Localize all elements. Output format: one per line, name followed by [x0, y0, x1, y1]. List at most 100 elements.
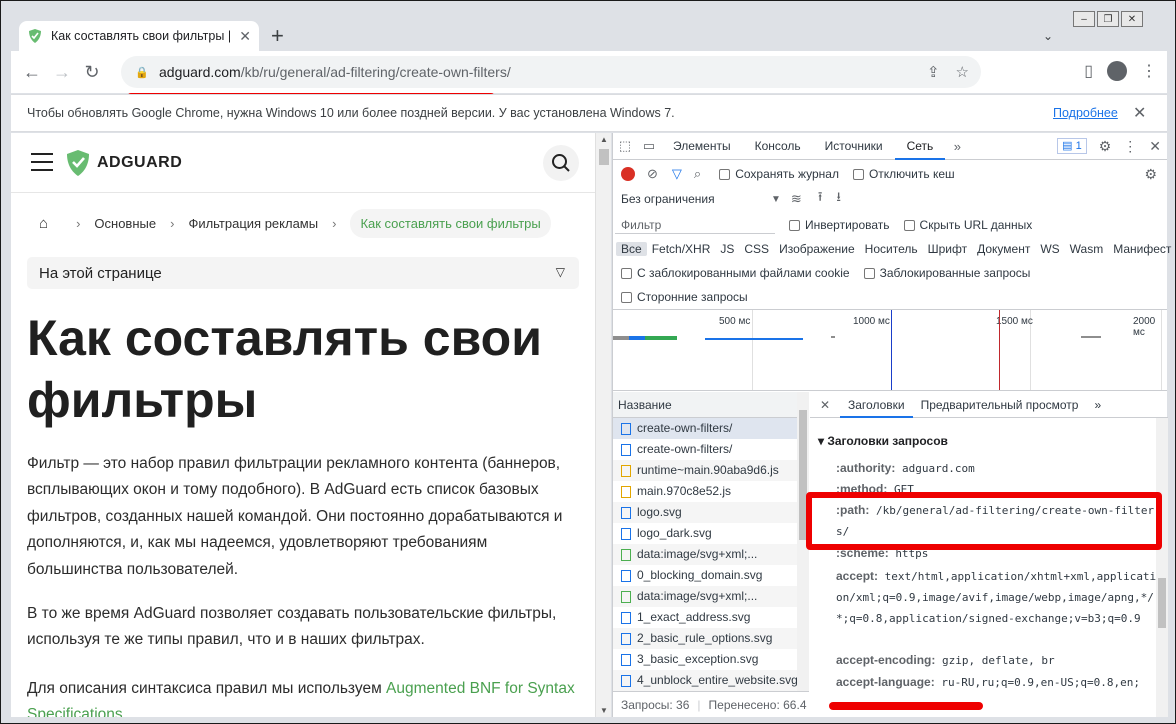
home-icon[interactable]: ⌂ [39, 215, 48, 232]
new-tab-icon[interactable]: + [271, 25, 284, 47]
detail-scrollbar[interactable] [1156, 418, 1168, 717]
dropdown-arrow-icon[interactable]: ▼ [771, 194, 781, 205]
request-row[interactable]: 4_unblock_entire_website.svg [613, 670, 808, 691]
restore-icon[interactable]: ❐ [1097, 11, 1119, 27]
tab-console[interactable]: Консоль [743, 133, 813, 160]
name-column-header[interactable]: Название [613, 392, 808, 418]
side-panel-icon[interactable]: ▯ [1084, 61, 1093, 81]
type-filter-font[interactable]: Шрифт [923, 242, 972, 256]
type-filter-all[interactable]: Все [616, 242, 647, 256]
type-filter-js[interactable]: JS [715, 242, 739, 256]
settings-gear-icon[interactable]: ⚙ [1099, 138, 1112, 155]
scroll-up-icon[interactable]: ▲ [600, 135, 608, 144]
blocked-cookies-checkbox[interactable]: С заблокированными файлами cookie [621, 266, 850, 280]
adguard-favicon-icon [29, 29, 41, 43]
blocked-requests-checkbox[interactable]: Заблокированные запросы [863, 266, 1030, 280]
more-detail-tabs-icon[interactable]: » [1086, 392, 1109, 418]
export-har-icon[interactable]: ⭳ [836, 188, 841, 210]
type-filter-manifest[interactable]: Манифест [1108, 242, 1176, 256]
type-filter-doc[interactable]: Документ [972, 242, 1035, 256]
throttling-select[interactable]: Без ограничения [621, 192, 771, 206]
preserve-log-checkbox[interactable]: Сохранять журнал [719, 167, 839, 181]
chevron-right-icon: › [76, 216, 81, 231]
request-row[interactable]: create-own-filters/ [613, 439, 808, 460]
search-icon [552, 154, 570, 172]
type-filter-xhr[interactable]: Fetch/XHR [647, 242, 716, 256]
request-row[interactable]: logo.svg [613, 502, 808, 523]
type-filter-img[interactable]: Изображение [774, 242, 860, 256]
network-settings-icon[interactable]: ⚙ [1144, 166, 1157, 183]
close-devtools-icon[interactable]: ✕ [1149, 138, 1161, 155]
request-row[interactable]: 1_exact_address.svg [613, 607, 808, 628]
import-har-icon[interactable]: ⭱ [818, 188, 823, 210]
tab-sources[interactable]: Источники [813, 133, 895, 160]
record-icon[interactable] [621, 167, 635, 181]
request-row[interactable]: 2_basic_rule_options.svg [613, 628, 808, 649]
hamburger-menu-icon[interactable] [31, 153, 53, 177]
lock-icon[interactable]: 🔒 [135, 66, 149, 79]
profile-avatar-icon[interactable] [1107, 61, 1127, 81]
reload-icon[interactable]: ↻ [77, 62, 107, 83]
breadcrumb-item[interactable]: Фильтрация рекламы [188, 216, 318, 231]
hide-data-urls-checkbox[interactable]: Скрыть URL данных [903, 218, 1032, 232]
bookmark-star-icon[interactable]: ☆ [956, 63, 969, 81]
tab-network[interactable]: Сеть [894, 133, 946, 160]
disable-cache-checkbox[interactable]: Отключить кеш [852, 167, 955, 181]
filter-icon[interactable]: ▽ [672, 166, 682, 182]
network-conditions-icon[interactable]: ≋ [791, 191, 802, 207]
close-detail-icon[interactable]: ✕ [810, 398, 840, 412]
forward-icon[interactable]: → [47, 62, 77, 83]
network-overview-timeline[interactable]: 500 мс 1000 мс 1500 мс 2000 мс [613, 309, 1167, 391]
back-icon[interactable]: ← [17, 62, 47, 83]
scroll-thumb[interactable] [599, 149, 609, 165]
request-row[interactable]: 3_basic_exception.svg [613, 649, 808, 670]
request-row[interactable]: data:image/svg+xml;... [613, 544, 808, 565]
close-tab-icon[interactable]: ✕ [239, 28, 251, 45]
request-row[interactable]: logo_dark.svg [613, 523, 808, 544]
devtools-menu-icon[interactable]: ⋮ [1123, 138, 1137, 155]
clear-icon[interactable]: ⊘ [647, 166, 658, 182]
close-window-icon[interactable]: ✕ [1121, 11, 1143, 27]
request-name: main.970c8e52.js [637, 484, 732, 498]
tab-preview[interactable]: Предварительный просмотр [913, 392, 1087, 418]
window-controls: – ❐ ✕ [1073, 11, 1143, 27]
page-scrollbar[interactable]: ▲ ▼ [595, 133, 611, 717]
site-search-button[interactable] [543, 145, 579, 181]
infobar-more-link[interactable]: Подробнее [1053, 106, 1118, 120]
more-tabs-icon[interactable]: » [945, 139, 969, 154]
more-menu-icon[interactable]: ⋮ [1141, 61, 1157, 81]
infobar-close-icon[interactable]: ✕ [1133, 103, 1146, 123]
type-filter-css[interactable]: CSS [739, 242, 774, 256]
third-party-checkbox[interactable]: Сторонние запросы [621, 290, 748, 304]
request-row[interactable]: data:image/svg+xml;... [613, 586, 808, 607]
paragraph-3: Для описания синтаксиса правил мы исполь… [27, 676, 583, 717]
request-headers-section[interactable]: ▾ Заголовки запросов [818, 434, 948, 448]
issues-badge[interactable]: ▤ 1 [1057, 138, 1087, 154]
minimize-icon[interactable]: – [1073, 11, 1095, 27]
toc-dropdown[interactable]: На этой странице ▽ [27, 257, 579, 289]
search-icon[interactable]: ⌕ [694, 166, 701, 182]
tab-headers[interactable]: Заголовки [840, 392, 913, 418]
file-type-icon [621, 485, 631, 498]
timeline-tick: 1500 мс [996, 316, 1033, 327]
browser-tab[interactable]: Как составлять свои фильтры | AdG ✕ [19, 21, 259, 51]
tab-search-icon[interactable]: ⌄ [1043, 29, 1053, 43]
inspect-icon[interactable]: ⬚ [613, 138, 637, 154]
request-row[interactable]: runtime~main.90aba9d6.js [613, 460, 808, 481]
filter-input[interactable]: Фильтр [615, 216, 775, 234]
share-icon[interactable]: ⇪ [927, 63, 940, 81]
request-row[interactable]: create-own-filters/ [613, 418, 808, 439]
type-filter-wasm[interactable]: Wasm [1065, 242, 1109, 256]
adguard-logo[interactable]: ADGUARD [65, 149, 182, 177]
address-bar[interactable]: 🔒 adguard.com/kb/ru/general/ad-filtering… [121, 56, 981, 88]
request-row[interactable]: main.970c8e52.js [613, 481, 808, 502]
device-toolbar-icon[interactable]: ▭ [637, 138, 661, 154]
scroll-down-icon[interactable]: ▼ [600, 706, 608, 715]
type-filter-ws[interactable]: WS [1035, 242, 1064, 256]
request-row[interactable]: 0_blocking_domain.svg [613, 565, 808, 586]
invert-checkbox[interactable]: Инвертировать [789, 218, 890, 232]
type-filter-media[interactable]: Носитель [860, 242, 923, 256]
page-title: Как составлять свои фильтры [27, 310, 542, 428]
tab-elements[interactable]: Элементы [661, 133, 743, 160]
breadcrumb-item[interactable]: Основные [94, 216, 156, 231]
